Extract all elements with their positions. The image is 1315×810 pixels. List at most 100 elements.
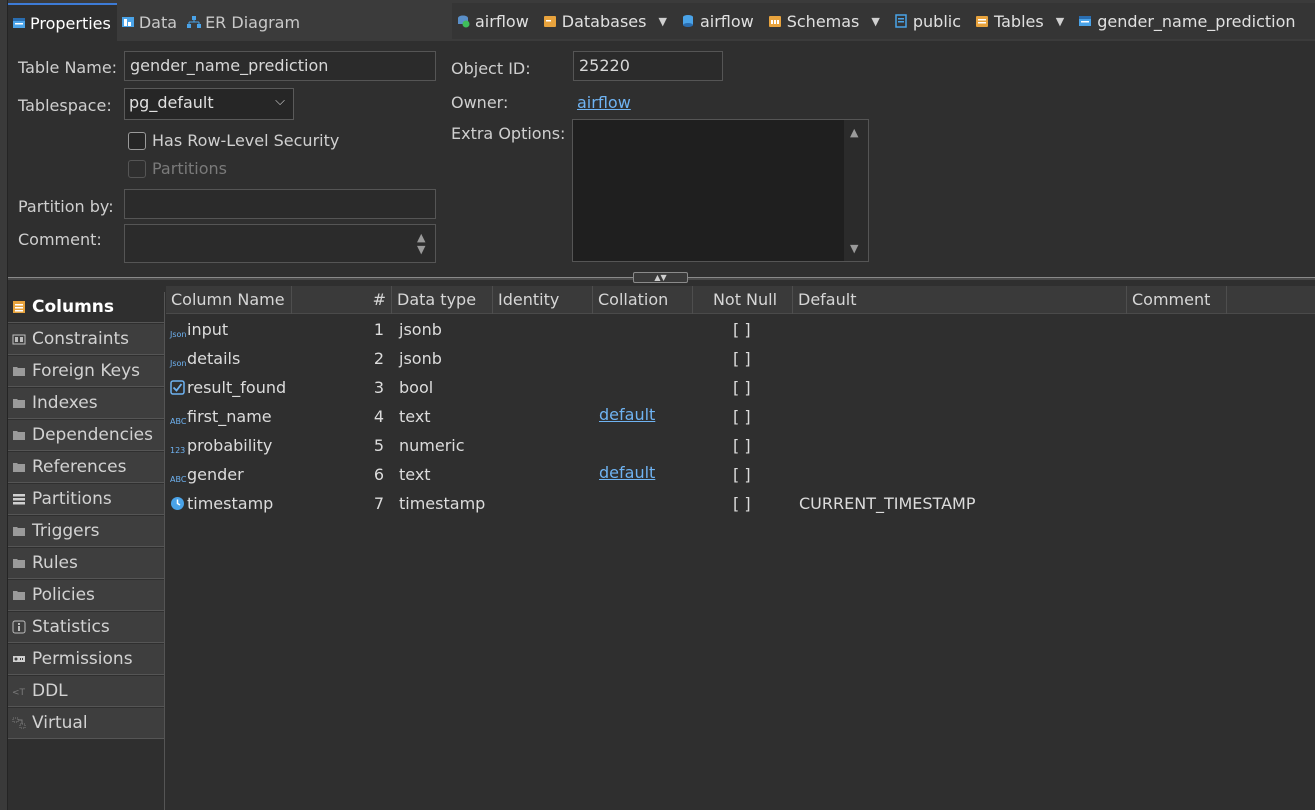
position-cell: 4 <box>373 407 384 426</box>
svg-text:<T: <T <box>12 688 26 698</box>
folder-icon <box>13 591 25 600</box>
tab-data[interactable]: Data <box>117 3 183 41</box>
table-name-input[interactable]: gender_name_prediction <box>124 51 436 81</box>
sidebar-item-indexes[interactable]: Indexes <box>8 388 165 419</box>
owner-link[interactable]: airflow <box>577 93 631 112</box>
sidebar-item-references[interactable]: References <box>8 452 165 483</box>
text-type-icon: ABC <box>170 475 187 484</box>
splitter-toggle-handle[interactable]: ▲▼ <box>633 272 688 283</box>
column-name-cell: 123 probability <box>170 431 272 460</box>
header-data-type[interactable]: Data type <box>392 286 493 314</box>
row-level-security-checkbox[interactable]: Has Row-Level Security <box>128 131 339 150</box>
folder-icon <box>543 16 556 27</box>
comment-scrollbar[interactable]: ▲ ▼ <box>411 225 435 262</box>
sidebar-item-statistics[interactable]: Statistics <box>8 612 165 643</box>
column-name-cell: ABCgender <box>170 460 244 489</box>
owner-label: Owner: <box>451 93 509 112</box>
table-row[interactable]: 123 probability 5 numeric [ ] <box>166 431 1315 460</box>
chevron-down-icon[interactable]: ▼ <box>871 15 879 28</box>
breadcrumb-item-schemas[interactable]: Schemas ▼ <box>768 12 880 31</box>
header-position[interactable]: # <box>292 286 392 314</box>
partitions-checkbox[interactable]: Partitions <box>128 159 227 178</box>
connection-icon <box>458 15 470 28</box>
sidebar-item-ddl[interactable]: <T DDL <box>8 676 165 707</box>
position-cell: 5 <box>373 436 384 455</box>
scroll-up-icon[interactable]: ▲ <box>850 126 858 139</box>
partitions-label: Partitions <box>152 159 228 178</box>
sidebar-item-foreign-keys[interactable]: Foreign Keys <box>8 356 165 387</box>
sidebar-item-triggers[interactable]: Triggers <box>8 516 165 547</box>
sidebar-item-columns[interactable]: Columns <box>8 292 165 323</box>
sidebar-item-permissions[interactable]: Permissions <box>8 644 165 675</box>
not-null-cell[interactable]: [ ] <box>733 431 751 460</box>
tab-label: Data <box>138 12 178 32</box>
table-row[interactable]: result_found 3 bool [ ] <box>166 373 1315 402</box>
header-identity[interactable]: Identity <box>493 286 593 314</box>
tablespace-select[interactable]: pg_default ⌵ <box>124 88 294 120</box>
sidebar-item-partitions[interactable]: Partitions <box>8 484 165 515</box>
sidebar-item-dependencies[interactable]: Dependencies <box>8 420 165 451</box>
header-not-null[interactable]: Not Null <box>693 286 793 314</box>
nav-divider <box>164 292 165 810</box>
json-icon: Json <box>170 359 187 368</box>
sidebar-item-constraints[interactable]: Constraints <box>8 324 165 355</box>
not-null-cell[interactable]: [ ] <box>733 460 751 489</box>
chevron-down-icon[interactable]: ▼ <box>658 15 666 28</box>
extra-options-textarea[interactable]: ▲ ▼ <box>572 119 869 262</box>
sidebar-item-virtual[interactable]: Virtual <box>8 708 165 739</box>
table-row[interactable]: ABCgender 6 text default [ ] <box>166 460 1315 489</box>
not-null-cell[interactable]: [ ] <box>733 344 751 373</box>
table-row[interactable]: timestamp 7 timestamp [ ] CURRENT_TIMEST… <box>166 489 1315 518</box>
text-type-icon: ABC <box>170 417 187 426</box>
chevron-down-icon[interactable]: ▼ <box>1056 15 1064 28</box>
folder-icon <box>976 16 988 27</box>
data-type-cell: jsonb <box>399 320 442 339</box>
collation-link[interactable]: default <box>599 458 655 487</box>
object-id-field[interactable]: 25220 <box>573 51 723 81</box>
collation-link[interactable]: default <box>599 400 655 429</box>
comment-label: Comment: <box>18 230 102 249</box>
header-comment[interactable]: Comment <box>1127 286 1227 314</box>
properties-icon <box>13 18 25 28</box>
column-name-cell: ABCfirst_name <box>170 402 272 431</box>
data-icon <box>121 17 134 27</box>
folder-icon <box>13 367 25 376</box>
sidebar-item-policies[interactable]: Policies <box>8 580 165 611</box>
extra-options-label: Extra Options: <box>451 124 566 143</box>
breadcrumb-item-schema[interactable]: public <box>894 12 961 31</box>
breadcrumb-item-connection[interactable]: airflow <box>456 12 529 31</box>
table-row[interactable]: ABCfirst_name 4 text default [ ] <box>166 402 1315 431</box>
table-row[interactable]: Jsoninput 1 jsonb [ ] <box>166 315 1315 344</box>
folder-icon <box>768 16 781 27</box>
header-column-name[interactable]: Column Name <box>166 286 292 314</box>
not-null-cell[interactable]: [ ] <box>733 315 751 344</box>
data-type-cell: jsonb <box>399 349 442 368</box>
breadcrumb-item-database[interactable]: airflow <box>681 12 754 31</box>
data-type-cell: text <box>399 407 431 426</box>
extra-options-scrollbar[interactable]: ▲ ▼ <box>844 120 868 261</box>
not-null-cell[interactable]: [ ] <box>733 373 751 402</box>
tab-er-diagram[interactable]: ER Diagram <box>183 3 306 41</box>
scroll-down-icon[interactable]: ▼ <box>417 243 425 256</box>
not-null-cell[interactable]: [ ] <box>733 402 751 431</box>
header-default[interactable]: Default <box>793 286 1127 314</box>
table-row[interactable]: Jsondetails 2 jsonb [ ] <box>166 344 1315 373</box>
header-collation[interactable]: Collation <box>593 286 693 314</box>
breadcrumb-item-tables[interactable]: Tables ▼ <box>975 12 1064 31</box>
table-properties-form: Table Name: gender_name_prediction Table… <box>8 41 1315 276</box>
tab-properties[interactable]: Properties <box>8 3 117 41</box>
virtual-icon <box>12 717 26 729</box>
breadcrumb-item-databases[interactable]: Databases ▼ <box>543 12 667 31</box>
scroll-down-icon[interactable]: ▼ <box>850 242 858 255</box>
not-null-cell[interactable]: [ ] <box>733 489 751 518</box>
tablespace-value: pg_default <box>129 93 214 112</box>
checkbox-icon <box>170 380 185 395</box>
partitions-icon <box>13 494 25 505</box>
breadcrumb-item-table[interactable]: gender_name_prediction <box>1078 12 1296 31</box>
sidebar-item-rules[interactable]: Rules <box>8 548 165 579</box>
folder-icon <box>13 399 25 408</box>
checkbox-box <box>128 131 146 150</box>
partition-by-input[interactable] <box>124 189 436 219</box>
comment-textarea[interactable]: ▲ ▼ <box>124 224 436 263</box>
data-type-cell: timestamp <box>399 494 486 513</box>
